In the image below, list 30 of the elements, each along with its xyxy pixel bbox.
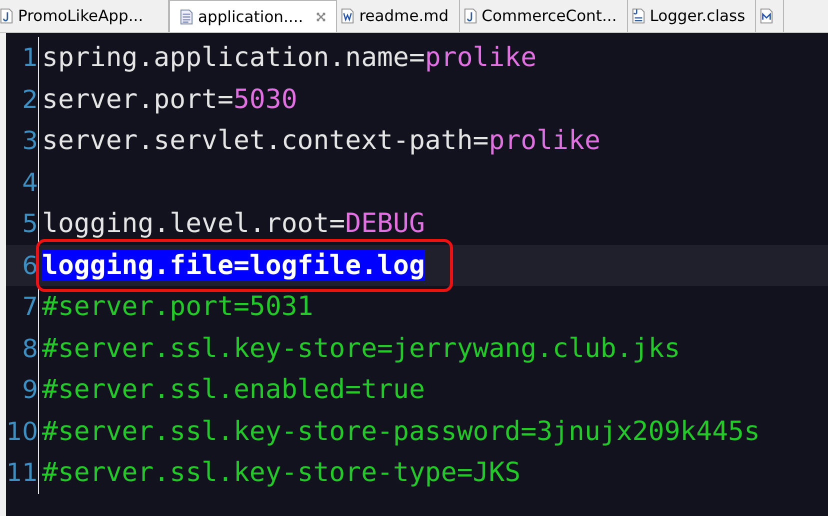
line-number: 1	[6, 37, 39, 78]
line-number: 6	[6, 244, 39, 286]
code-line: #server.port=5031	[42, 291, 314, 322]
line-number: 11	[6, 452, 39, 494]
java-file-icon	[464, 8, 477, 24]
editor-tab[interactable]: application....	[169, 0, 338, 32]
code-line: spring.application.name=prolike	[42, 42, 537, 74]
line-number: 7	[6, 286, 39, 328]
word-file-icon	[341, 8, 354, 24]
code-line: server.port=5030	[42, 84, 298, 115]
code-line: logging.level.root=DEBUG	[42, 208, 425, 240]
close-icon[interactable]	[316, 12, 326, 22]
line-number: 9	[6, 369, 39, 410]
line-number: 10	[6, 410, 39, 452]
markdown-file-icon	[760, 8, 774, 24]
editor-tab[interactable]: readme.md	[337, 0, 460, 32]
line-number: 2	[6, 78, 39, 120]
code-line: server.servlet.context-path=prolike	[42, 125, 600, 156]
code-line: #server.ssl.enabled=true	[42, 374, 425, 406]
text-file-icon	[180, 8, 193, 24]
code-line: #server.ssl.key-store-password=3jnujx209k445s	[42, 416, 760, 447]
line-number: 3	[6, 120, 39, 162]
line-number: 4	[6, 162, 39, 203]
line-number: 8	[6, 328, 39, 369]
code-line: #server.ssl.key-store=jerrywang.club.jks	[42, 332, 680, 364]
code-line: #server.ssl.key-store-type=JKS	[42, 457, 521, 488]
editor-tab[interactable]: CommerceCont...	[460, 0, 628, 32]
java-file-icon	[0, 8, 13, 24]
class-file-icon	[632, 8, 645, 24]
editor-tab[interactable]: Logger.class	[628, 0, 756, 32]
